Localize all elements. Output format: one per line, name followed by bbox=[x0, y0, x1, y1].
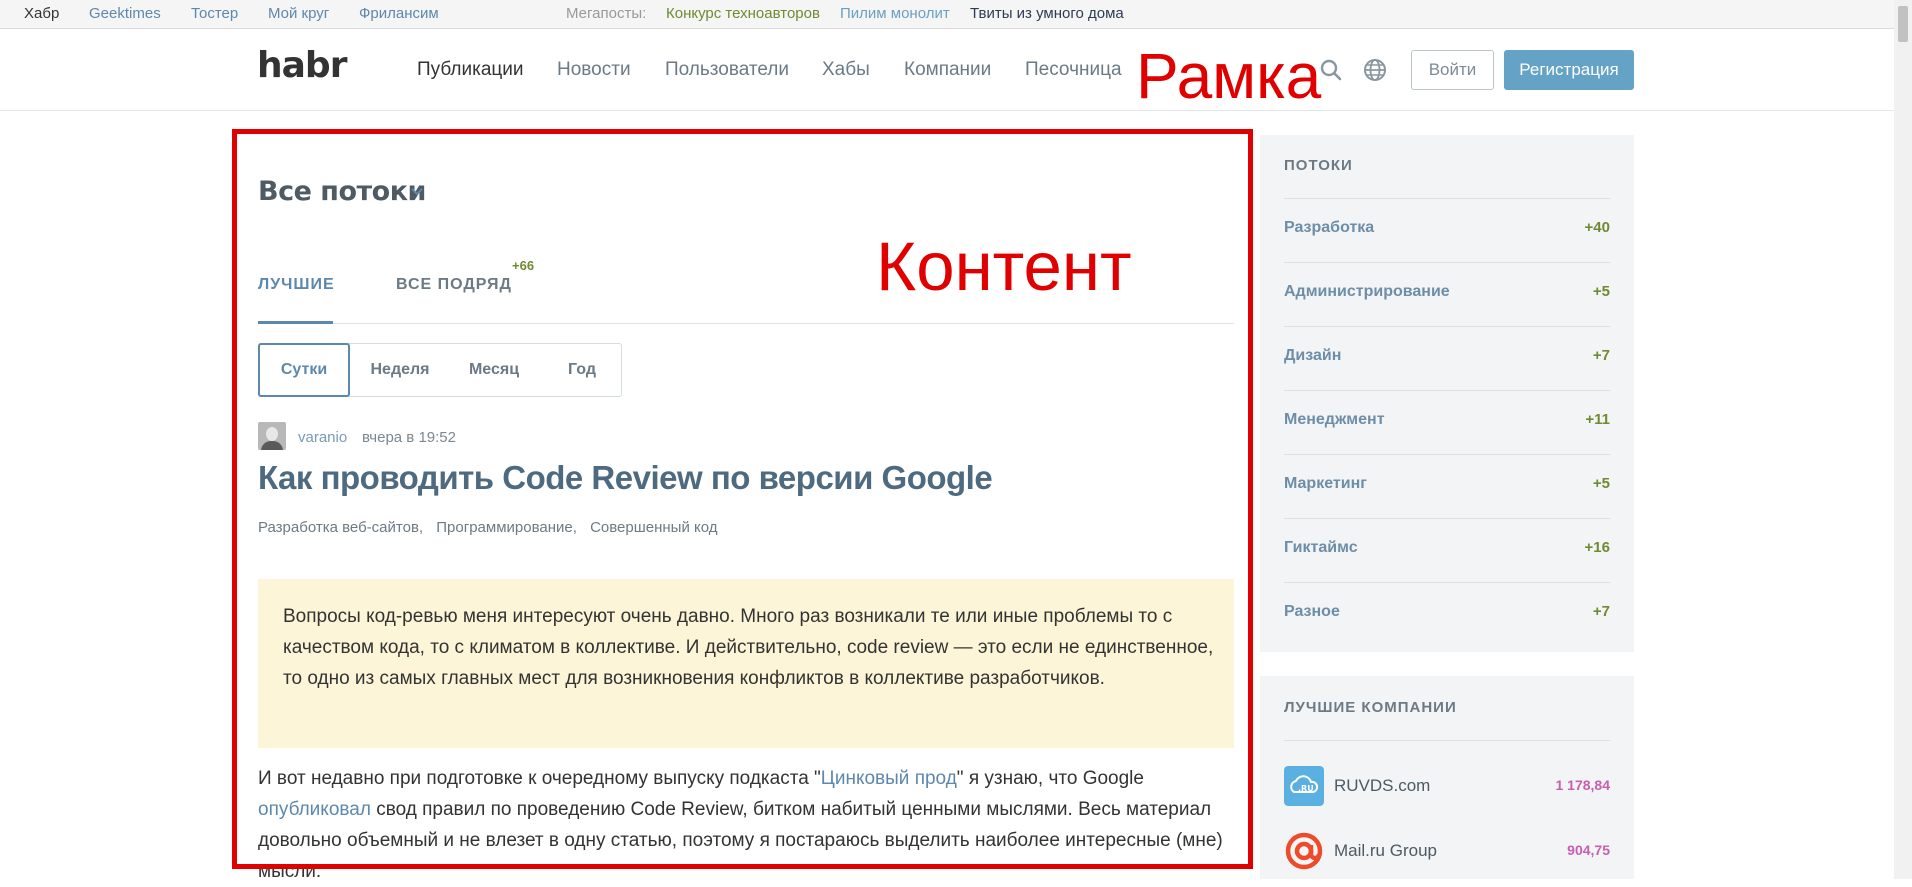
frame-annotation-label: Рамка bbox=[1136, 40, 1322, 112]
megaposts-label: Мегапосты: bbox=[566, 5, 647, 22]
stream-count: +5 bbox=[1592, 283, 1610, 300]
globe-icon[interactable] bbox=[1362, 57, 1388, 83]
hub-link[interactable]: Совершенный код bbox=[590, 519, 717, 536]
stream-name: Разработка bbox=[1284, 219, 1375, 236]
post-body: И вот недавно при подготовке к очередном… bbox=[258, 763, 1234, 887]
hub-link[interactable]: Программирование, bbox=[436, 519, 577, 536]
megabar-link-moikrug[interactable]: Мой круг bbox=[268, 5, 329, 22]
stream-name: Разное bbox=[1284, 603, 1340, 620]
period-year[interactable]: Год bbox=[549, 344, 615, 396]
companies-heading: Лучшие компании bbox=[1284, 699, 1457, 716]
sidebar-streams: Потоки Разработка +40 Администрирование … bbox=[1260, 135, 1634, 652]
hub-link[interactable]: Разработка веб-сайтов, bbox=[258, 519, 423, 536]
company-rating: 1 178,84 bbox=[1555, 777, 1611, 793]
sidebar-item-development[interactable]: Разработка +40 bbox=[1284, 198, 1610, 261]
author-avatar[interactable] bbox=[258, 422, 286, 450]
nav-companies[interactable]: Компании bbox=[904, 59, 991, 81]
nav-publications[interactable]: Публикации bbox=[417, 59, 524, 81]
tabs-divider bbox=[258, 323, 1234, 324]
tab-best[interactable]: Лучшие bbox=[258, 276, 335, 294]
sidebar-item-design[interactable]: Дизайн +7 bbox=[1284, 326, 1610, 389]
company-name: Mail.ru Group bbox=[1334, 841, 1437, 860]
tab-all[interactable]: Все подряд bbox=[396, 276, 512, 294]
megabar-link-toster[interactable]: Тостер bbox=[191, 5, 238, 22]
stream-count: +5 bbox=[1592, 475, 1610, 492]
megapost-link-smart-home[interactable]: Твиты из умного дома bbox=[970, 5, 1124, 22]
sidebar-item-management[interactable]: Менеджмент +11 bbox=[1284, 390, 1610, 453]
megapost-link-contest[interactable]: Конкурс техноавторов bbox=[666, 5, 820, 22]
stream-count: +40 bbox=[1584, 219, 1610, 236]
nav-users[interactable]: Пользователи bbox=[665, 59, 789, 81]
stream-count: +16 bbox=[1584, 539, 1610, 556]
post-lead: Вопросы код-ревью меня интересуют очень … bbox=[258, 579, 1234, 748]
mega-bar: Хабр Geektimes Тостер Мой круг Фрилансим… bbox=[0, 0, 1912, 29]
megapost-link-monolith[interactable]: Пилим монолит bbox=[840, 5, 950, 22]
post-body-text: " я узнаю, что Google bbox=[956, 768, 1144, 789]
stream-name: Менеджмент bbox=[1284, 411, 1385, 428]
post-body-text: свод правил по проведению Code Review, б… bbox=[258, 799, 1223, 882]
megabar-link-habr[interactable]: Хабр bbox=[24, 5, 59, 22]
stream-name: Гиктаймс bbox=[1284, 539, 1358, 556]
megabar-link-geektimes[interactable]: Geektimes bbox=[89, 5, 161, 22]
habr-logo[interactable]: habr bbox=[257, 45, 347, 86]
published-link[interactable]: опубликовал bbox=[258, 799, 371, 820]
sidebar-item-administration[interactable]: Администрирование +5 bbox=[1284, 262, 1610, 325]
streams-heading: Потоки bbox=[1284, 157, 1353, 174]
stream-name: Дизайн bbox=[1284, 347, 1342, 364]
post-author[interactable]: varanio bbox=[298, 429, 347, 446]
podcast-link[interactable]: Цинковый прод bbox=[821, 768, 957, 789]
sidebar-item-misc[interactable]: Разное +7 bbox=[1284, 582, 1610, 645]
post-hubs: Разработка веб-сайтов, Программирование,… bbox=[258, 519, 727, 536]
sidebar-item-geektimes[interactable]: Гиктаймс +16 bbox=[1284, 518, 1610, 581]
period-filter: Сутки Неделя Месяц Год bbox=[258, 343, 622, 397]
nav-sandbox[interactable]: Песочница bbox=[1025, 59, 1122, 81]
sidebar-top-companies: Лучшие компании .RU RUVDS.com 1 178,84 M… bbox=[1260, 676, 1634, 879]
megabar-link-freelansim[interactable]: Фрилансим bbox=[359, 5, 439, 22]
period-month[interactable]: Месяц bbox=[449, 344, 539, 396]
site-header: habr Публикации Новости Пользователи Хаб… bbox=[0, 29, 1912, 111]
stream-count: +7 bbox=[1592, 603, 1610, 620]
post-body-text: И вот недавно при подготовке к очередном… bbox=[258, 768, 821, 789]
tab-all-new-count: +66 bbox=[512, 258, 535, 273]
stream-name: Администрирование bbox=[1284, 283, 1450, 300]
active-tab-indicator bbox=[258, 321, 333, 324]
company-name: RUVDS.com bbox=[1334, 776, 1431, 795]
period-day[interactable]: Сутки bbox=[258, 343, 350, 397]
company-rating: 904,75 bbox=[1567, 842, 1610, 858]
svg-text:.RU: .RU bbox=[1298, 784, 1314, 793]
login-button[interactable]: Войти bbox=[1411, 50, 1494, 90]
company-item-mailru[interactable]: Mail.ru Group 904,75 bbox=[1284, 831, 1610, 881]
nav-hubs[interactable]: Хабы bbox=[822, 59, 870, 81]
stream-count: +11 bbox=[1585, 411, 1610, 428]
search-icon[interactable] bbox=[1318, 57, 1344, 83]
post-time: вчера в 19:52 bbox=[362, 429, 456, 446]
post-lead-text: Вопросы код-ревью меня интересуют очень … bbox=[283, 606, 1214, 689]
register-button[interactable]: Регистрация bbox=[1504, 50, 1634, 90]
sidebar-item-marketing[interactable]: Маркетинг +5 bbox=[1284, 454, 1610, 517]
period-week[interactable]: Неделя bbox=[359, 344, 441, 396]
chevron-down-icon[interactable] bbox=[409, 184, 425, 200]
streams-dropdown-title[interactable]: Все потоки bbox=[258, 176, 426, 207]
stream-name: Маркетинг bbox=[1284, 475, 1367, 492]
page-scrollbar[interactable] bbox=[1894, 0, 1912, 879]
stream-count: +7 bbox=[1592, 347, 1610, 364]
company-item-ruvds[interactable]: .RU RUVDS.com 1 178,84 bbox=[1284, 766, 1610, 816]
mailru-logo-icon bbox=[1285, 832, 1323, 870]
content-annotation-label: Контент bbox=[876, 228, 1132, 305]
companies-divider bbox=[1284, 740, 1610, 741]
ruvds-logo-icon: .RU bbox=[1284, 766, 1324, 806]
post-title[interactable]: Как проводить Code Review по версии Goog… bbox=[258, 459, 993, 497]
nav-news[interactable]: Новости bbox=[557, 59, 631, 81]
scrollbar-thumb[interactable] bbox=[1898, 6, 1908, 42]
